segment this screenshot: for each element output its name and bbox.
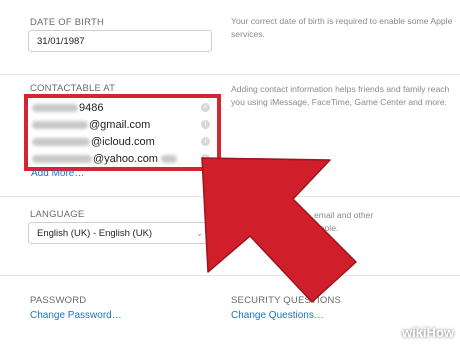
pointer-arrow-icon xyxy=(201,157,357,303)
arrow-overlay xyxy=(201,157,357,303)
watermark: wikiHow xyxy=(401,325,454,340)
